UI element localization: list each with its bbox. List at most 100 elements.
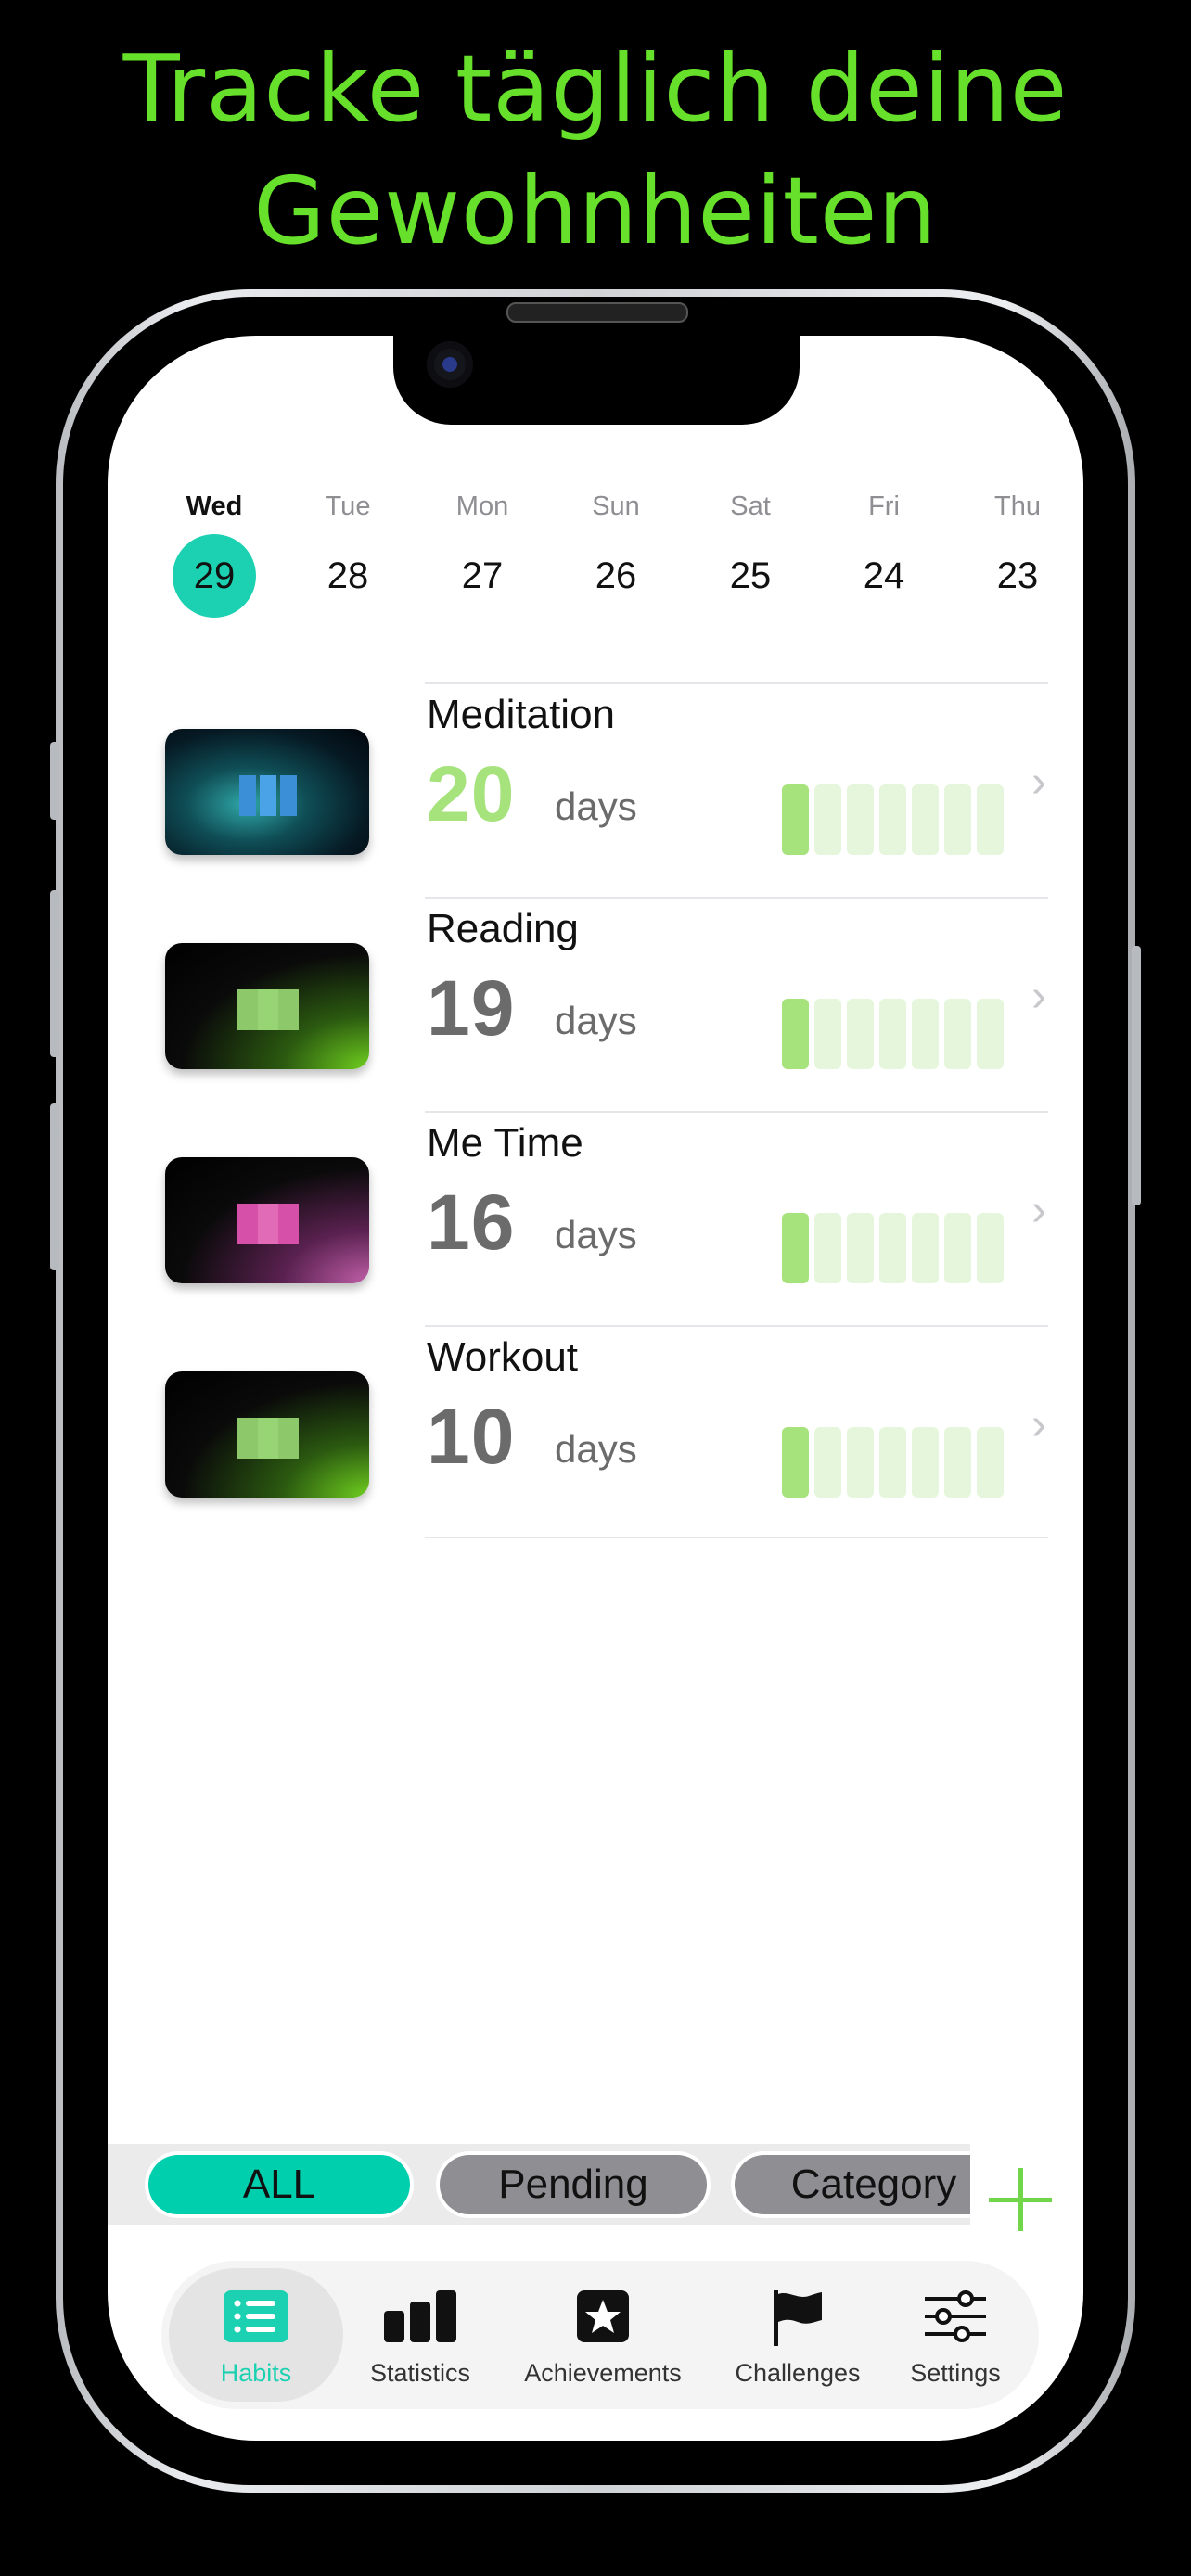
- phone-volume-down: [50, 1103, 59, 1270]
- promo-headline-line-2: Gewohnheiten: [253, 157, 938, 265]
- tab-achievements[interactable]: Achievements: [490, 2261, 716, 2409]
- chevron-right-icon: ›: [1031, 1400, 1046, 1449]
- star-badge-icon: [577, 2290, 629, 2342]
- day-sun-26[interactable]: Sun 26: [556, 488, 676, 618]
- week-bar: [847, 784, 874, 855]
- day-fri-24[interactable]: Fri 24: [824, 488, 944, 618]
- habit-mark-icon: [237, 1204, 299, 1244]
- day-mon-27[interactable]: Mon 27: [422, 488, 543, 618]
- add-habit-plus-icon[interactable]: [985, 2164, 1056, 2235]
- filter-pending[interactable]: Pending: [440, 2155, 707, 2214]
- row-divider: [425, 897, 1048, 899]
- row-divider: [425, 682, 1048, 684]
- day-name: Wed: [186, 491, 243, 521]
- promo-headline-line-1: Tracke täglich deine: [122, 34, 1069, 143]
- day-name: Mon: [455, 491, 509, 521]
- week-bar: [814, 1427, 841, 1498]
- week-bar-done: [782, 1427, 809, 1498]
- week-bar: [912, 784, 939, 855]
- day-tue-28[interactable]: Tue 28: [288, 488, 408, 618]
- habit-streak-count: 10: [427, 1393, 516, 1480]
- habit-mark-icon: [237, 989, 299, 1030]
- habit-row-meditation[interactable]: Meditation 20 days ›: [108, 682, 1083, 896]
- habit-name: Me Time: [427, 1120, 583, 1166]
- week-bar: [814, 999, 841, 1069]
- habit-streak-count: 19: [427, 964, 516, 1052]
- week-bar: [977, 1427, 1004, 1498]
- week-bar: [814, 784, 841, 855]
- sliders-icon: [925, 2290, 986, 2342]
- filter-all[interactable]: ALL: [148, 2155, 410, 2214]
- list-icon: [224, 2290, 288, 2342]
- habit-thumbnail-reading: [165, 943, 369, 1069]
- tab-settings[interactable]: Settings: [879, 2261, 1031, 2409]
- habit-mark-icon: [239, 775, 297, 816]
- week-bar: [912, 999, 939, 1069]
- habit-row-workout[interactable]: Workout 10 days ›: [108, 1325, 1083, 1538]
- week-bar: [944, 999, 971, 1069]
- tab-label: Habits: [220, 2359, 292, 2387]
- week-bar: [944, 1427, 971, 1498]
- week-bar: [944, 1213, 971, 1283]
- habit-streak-count: 16: [427, 1179, 516, 1266]
- day-number: 26: [595, 555, 637, 596]
- filter-category[interactable]: Category: [735, 2155, 970, 2214]
- week-bar: [879, 999, 906, 1069]
- tab-label: Challenges: [735, 2359, 861, 2387]
- front-camera: [427, 341, 473, 388]
- promo-headline: Tracke täglich deine Gewohnheiten: [0, 28, 1191, 273]
- week-bar: [847, 1213, 874, 1283]
- habit-name: Meditation: [427, 692, 616, 737]
- chevron-right-icon: ›: [1031, 758, 1046, 807]
- phone-speaker: [506, 302, 688, 323]
- bar-chart-icon: [384, 2290, 456, 2342]
- day-number: 29: [173, 534, 256, 618]
- row-divider: [425, 1325, 1048, 1327]
- day-name: Sun: [592, 491, 640, 521]
- day-thu-23[interactable]: Thu 23: [957, 488, 1078, 618]
- day-wed-29[interactable]: Wed 29: [154, 488, 275, 618]
- tab-habits[interactable]: Habits: [161, 2261, 351, 2409]
- date-strip: Wed 29 Tue 28 Mon 27 Sun 26 Sat 25 Fri 2…: [154, 488, 1072, 636]
- row-divider: [425, 1111, 1048, 1113]
- week-bar: [847, 1427, 874, 1498]
- habit-name: Workout: [427, 1334, 579, 1380]
- tab-label: Statistics: [369, 2359, 471, 2387]
- week-bar: [912, 1213, 939, 1283]
- habit-row-me-time[interactable]: Me Time 16 days ›: [108, 1111, 1083, 1324]
- habit-row-reading[interactable]: Reading 19 days ›: [108, 897, 1083, 1110]
- chevron-right-icon: ›: [1031, 1186, 1046, 1235]
- week-bar: [977, 784, 1004, 855]
- week-bar: [944, 784, 971, 855]
- week-progress: [782, 1427, 1005, 1498]
- habit-streak-unit: days: [555, 784, 637, 828]
- row-divider: [425, 1537, 1048, 1538]
- day-name: Tue: [325, 491, 371, 521]
- week-bar-done: [782, 999, 809, 1069]
- week-bar: [912, 1427, 939, 1498]
- habit-streak-unit: days: [555, 1213, 637, 1256]
- day-name: Sat: [730, 491, 771, 521]
- day-number: 25: [729, 555, 772, 596]
- phone-power-button: [1132, 946, 1141, 1205]
- phone-silent-switch: [50, 742, 59, 820]
- filter-bar: ALL Pending Category: [108, 2144, 970, 2225]
- week-progress: [782, 1213, 1005, 1283]
- habit-name: Reading: [427, 906, 579, 951]
- day-name: Thu: [994, 491, 1041, 521]
- flag-icon: [774, 2290, 822, 2346]
- week-bar: [977, 1213, 1004, 1283]
- day-sat-25[interactable]: Sat 25: [690, 488, 811, 618]
- tab-label: Settings: [910, 2359, 1001, 2387]
- tab-challenges[interactable]: Challenges: [716, 2261, 879, 2409]
- tab-statistics[interactable]: Statistics: [351, 2261, 490, 2409]
- day-number: 28: [327, 555, 369, 596]
- day-number: 27: [461, 555, 504, 596]
- week-bar: [977, 999, 1004, 1069]
- week-bar: [879, 1427, 906, 1498]
- phone-volume-up: [50, 890, 59, 1057]
- habit-thumbnail-workout: [165, 1371, 369, 1498]
- day-number: 24: [863, 555, 905, 596]
- chevron-right-icon: ›: [1031, 972, 1046, 1021]
- week-bar-done: [782, 1213, 809, 1283]
